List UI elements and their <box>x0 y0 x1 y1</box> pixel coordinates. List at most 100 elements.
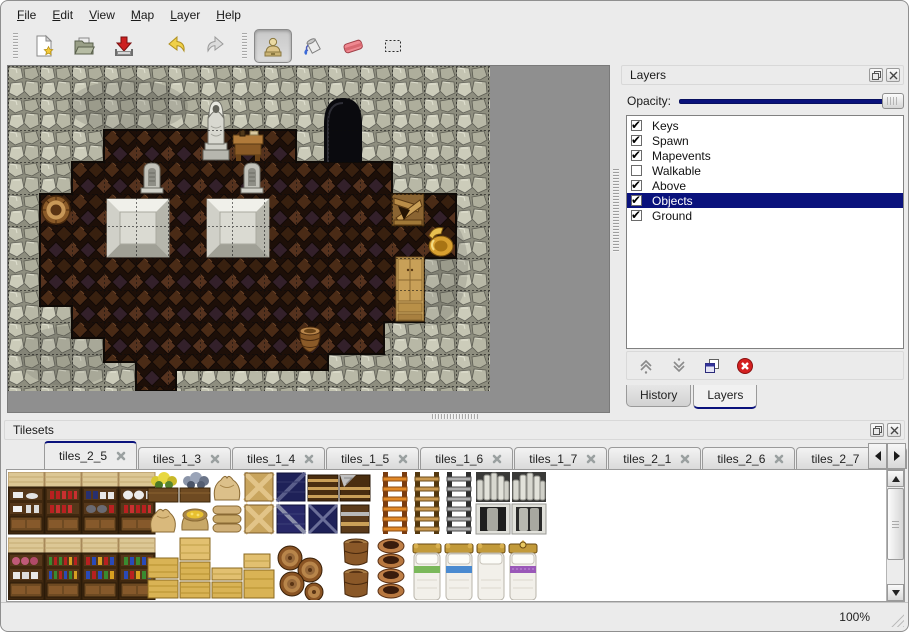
tileset-tab-tiles_2_1[interactable]: tiles_2_1 <box>608 447 701 469</box>
arrow-up-icon <box>892 476 900 482</box>
tileset-tab-label: tiles_2_5 <box>59 449 107 463</box>
eraser-tool-button[interactable] <box>334 29 372 63</box>
close-tab-icon[interactable] <box>586 454 596 464</box>
move-layer-up-icon <box>637 357 655 375</box>
map-canvas[interactable] <box>8 66 490 391</box>
scroll-tabs-left-button[interactable] <box>868 443 887 469</box>
opacity-slider-handle[interactable] <box>882 93 904 109</box>
layer-visibility-checkbox[interactable] <box>631 165 642 176</box>
save-button[interactable] <box>105 29 143 63</box>
tileset-image[interactable] <box>8 472 548 600</box>
menu-edit[interactable]: Edit <box>44 5 81 25</box>
close-dock-button[interactable] <box>887 423 901 437</box>
layer-row-ground[interactable]: Ground <box>627 208 903 223</box>
layer-visibility-checkbox[interactable] <box>631 135 642 146</box>
layer-name: Objects <box>652 194 693 208</box>
layer-row-spawn[interactable]: Spawn <box>627 133 903 148</box>
menu-bar: File Edit View Map Layer Help <box>9 5 249 25</box>
menu-file[interactable]: File <box>9 5 44 25</box>
menu-help[interactable]: Help <box>208 5 249 25</box>
layer-visibility-checkbox[interactable] <box>631 150 642 161</box>
tileset-tab-tiles_2_5[interactable]: tiles_2_5 <box>44 441 137 469</box>
scrollbar-thumb[interactable] <box>887 488 904 560</box>
tab-layers[interactable]: Layers <box>693 385 757 409</box>
open-button[interactable] <box>65 29 103 63</box>
tile-crate-stack <box>148 538 274 598</box>
tileset-tab-tiles_1_3[interactable]: tiles_1_3 <box>138 447 231 469</box>
tile-shelf <box>8 538 155 600</box>
delete-layer-icon <box>736 357 754 375</box>
undo-icon <box>164 34 188 58</box>
tileset-tab-tiles_1_6[interactable]: tiles_1_6 <box>420 447 513 469</box>
close-tab-icon[interactable] <box>680 454 690 464</box>
menu-map[interactable]: Map <box>123 5 162 25</box>
toolbar-drag-handle-2[interactable] <box>242 33 247 59</box>
close-tab-icon[interactable] <box>116 451 126 461</box>
layer-visibility-checkbox[interactable] <box>631 120 642 131</box>
float-dock-button[interactable] <box>870 423 884 437</box>
redo-button[interactable] <box>197 29 235 63</box>
float-dock-button[interactable] <box>869 68 883 82</box>
layers-dock-titlebar[interactable]: Layers <box>621 65 904 85</box>
save-icon <box>112 34 136 58</box>
select-rect-tool-icon <box>381 34 405 58</box>
tab-history[interactable]: History <box>626 385 691 407</box>
close-tab-icon[interactable] <box>210 454 220 464</box>
tile-ladder <box>447 472 471 534</box>
close-tab-icon[interactable] <box>492 454 502 464</box>
menu-view[interactable]: View <box>81 5 123 25</box>
resize-grip[interactable] <box>887 610 904 627</box>
tileset-tab-tiles_1_5[interactable]: tiles_1_5 <box>326 447 419 469</box>
move-layer-down-button[interactable] <box>668 355 690 377</box>
opacity-slider-groove[interactable] <box>679 99 904 104</box>
scroll-tabs-right-button[interactable] <box>887 443 906 469</box>
tile-sack <box>214 476 240 500</box>
new-map-button[interactable] <box>25 29 63 63</box>
layer-visibility-checkbox[interactable] <box>631 195 642 206</box>
tileset-tab-tiles_2_6[interactable]: tiles_2_6 <box>702 447 795 469</box>
scroll-up-button[interactable] <box>887 470 904 487</box>
tileset-tab-tiles_1_7[interactable]: tiles_1_7 <box>514 447 607 469</box>
horizontal-splitter[interactable] <box>1 413 909 420</box>
close-tab-icon[interactable] <box>774 454 784 464</box>
tile-ladder <box>415 472 439 534</box>
layer-row-above[interactable]: Above <box>627 178 903 193</box>
tileset-palette[interactable] <box>6 469 905 602</box>
delete-layer-button[interactable] <box>734 355 756 377</box>
menu-layer[interactable]: Layer <box>162 5 208 25</box>
tilesets-dock-titlebar[interactable]: Tilesets <box>4 420 905 440</box>
tile-crate <box>245 473 273 501</box>
tile-ladder <box>383 472 407 534</box>
layer-visibility-checkbox[interactable] <box>631 210 642 221</box>
vertical-splitter[interactable] <box>612 65 620 413</box>
open-folder-icon <box>72 34 96 58</box>
close-tab-icon[interactable] <box>304 454 314 464</box>
tileset-tab-tiles_1_4[interactable]: tiles_1_4 <box>232 447 325 469</box>
fill-tool-button[interactable] <box>294 29 332 63</box>
stamp-tool-button[interactable] <box>254 29 292 63</box>
tile-crate <box>245 505 273 533</box>
map-viewport[interactable] <box>7 65 610 413</box>
scroll-down-button[interactable] <box>887 584 904 601</box>
vertical-splitter-handle[interactable] <box>613 169 619 253</box>
move-layer-up-button[interactable] <box>635 355 657 377</box>
horizontal-splitter-handle[interactable] <box>432 414 478 419</box>
toolbar-drag-handle[interactable] <box>13 33 18 59</box>
opacity-slider[interactable] <box>679 93 904 109</box>
close-tab-icon[interactable] <box>398 454 408 464</box>
stamp-tool-icon <box>261 34 285 58</box>
layer-row-walkable[interactable]: Walkable <box>627 163 903 178</box>
select-tool-button[interactable] <box>374 29 412 63</box>
duplicate-layer-button[interactable] <box>701 355 723 377</box>
layer-row-mapevents[interactable]: Mapevents <box>627 148 903 163</box>
close-dock-button[interactable] <box>886 68 900 82</box>
tileset-scrollbar[interactable] <box>886 470 904 601</box>
zoom-level: 100% <box>839 610 870 624</box>
layer-row-keys[interactable]: Keys <box>627 118 903 133</box>
tile-crate-dark <box>277 505 305 533</box>
layer-name: Keys <box>652 119 679 133</box>
undo-button[interactable] <box>157 29 195 63</box>
layer-visibility-checkbox[interactable] <box>631 180 642 191</box>
layer-row-objects[interactable]: Objects <box>627 193 903 208</box>
fill-tool-icon <box>301 34 325 58</box>
